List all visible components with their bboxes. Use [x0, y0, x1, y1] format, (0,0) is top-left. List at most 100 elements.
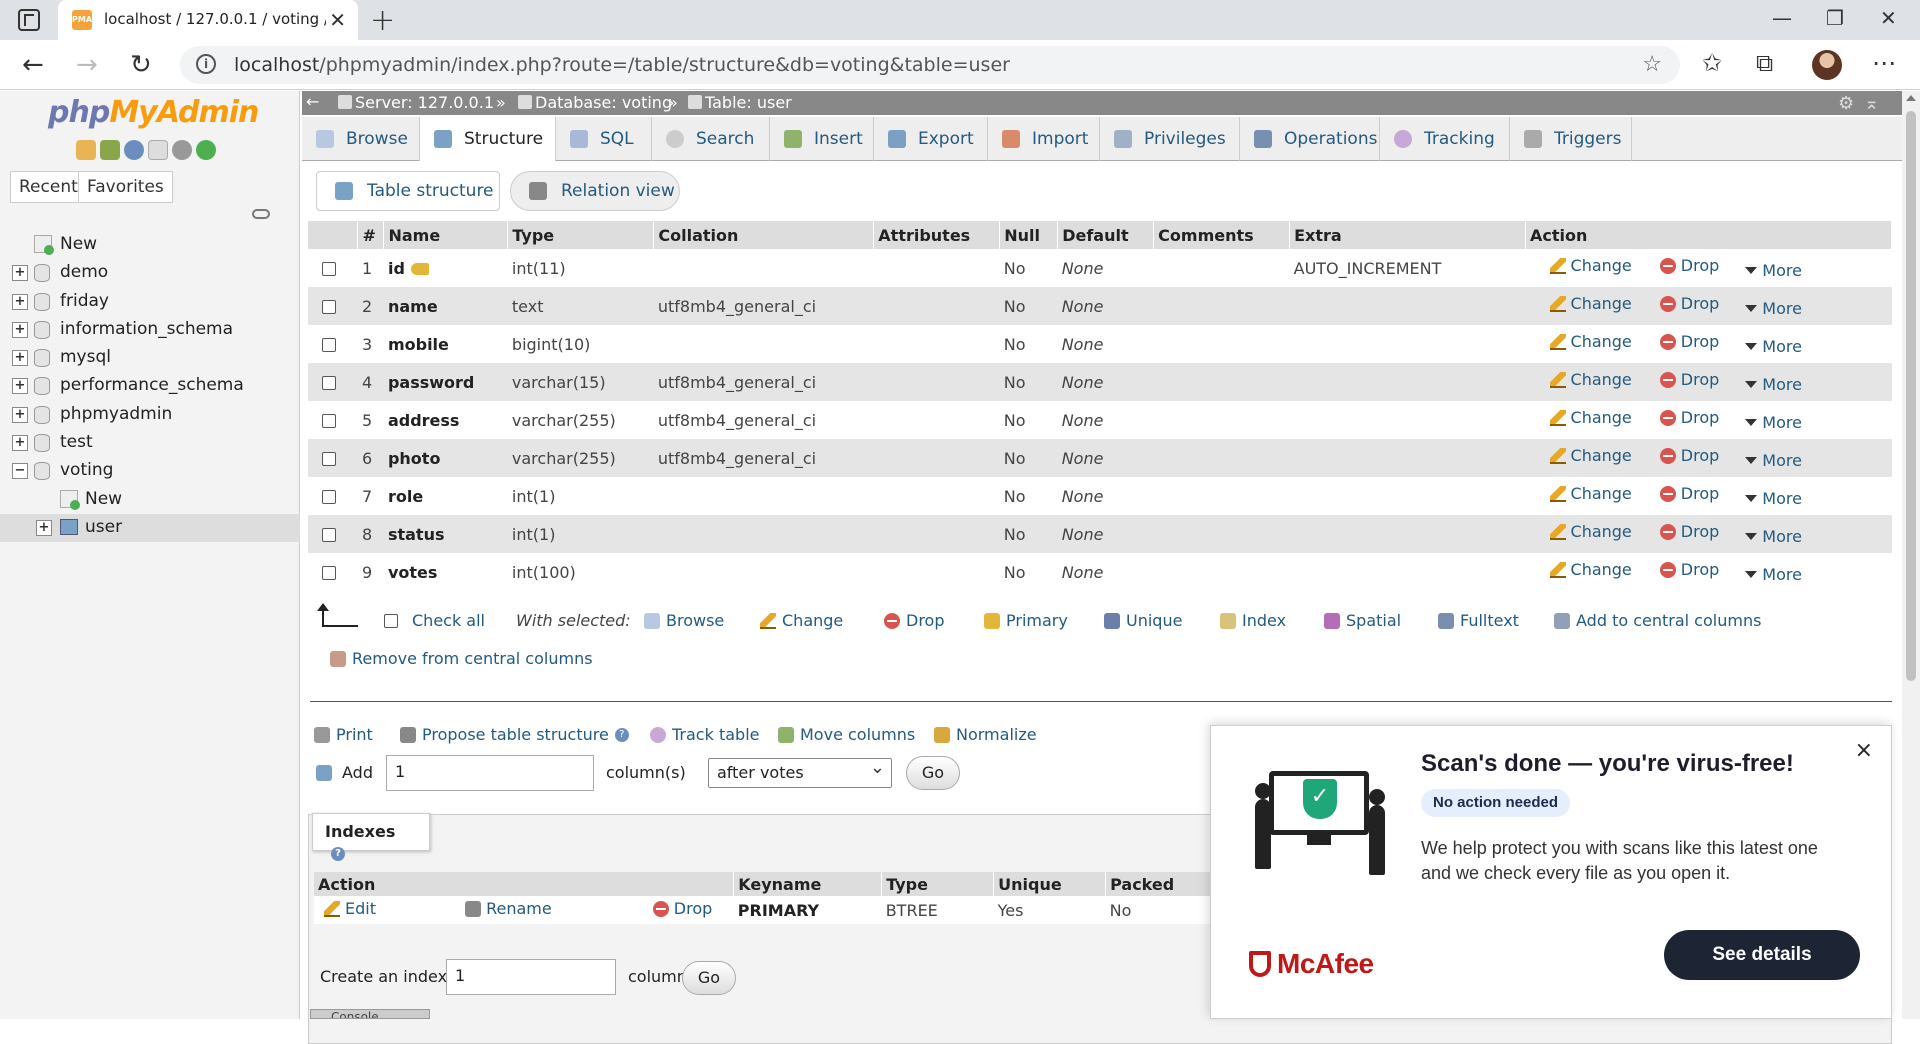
ws-change-button[interactable]: Change [760, 611, 843, 630]
more-button[interactable]: More [1745, 375, 1802, 394]
phpmyadmin-logo[interactable]: phpMyAdmin [48, 95, 259, 130]
logout-icon[interactable] [100, 140, 120, 160]
tree-item-phpmyadmin[interactable]: + phpmyadmin [0, 401, 300, 429]
maximize-icon[interactable]: ❐ [1826, 6, 1844, 30]
tab-insert[interactable]: Insert [770, 117, 874, 161]
tab-browse[interactable]: Browse [302, 117, 420, 161]
add-columns-go-button[interactable]: Go [906, 756, 960, 790]
change-button[interactable]: Change [1549, 294, 1632, 313]
browser-tab[interactable]: PMA localhost / 127.0.0.1 / voting / use… [58, 0, 358, 40]
help-icon[interactable] [124, 140, 144, 160]
idx-edit-button[interactable]: Edit [324, 899, 376, 918]
drop-button[interactable]: Drop [1659, 560, 1719, 579]
favorites-icon[interactable]: ✩ [1702, 49, 1722, 77]
drop-button[interactable]: Drop [1659, 294, 1719, 313]
more-button[interactable]: More [1745, 489, 1802, 508]
scroll-up-icon[interactable] [1906, 95, 1916, 101]
header-extra[interactable]: Extra [1289, 221, 1527, 249]
idx-rename-button[interactable]: Rename [465, 899, 552, 918]
drop-button[interactable]: Drop [1659, 256, 1719, 275]
avatar[interactable] [1812, 50, 1842, 80]
expand-icon[interactable]: + [12, 378, 28, 395]
tree-item-voting[interactable]: − voting [0, 457, 300, 485]
cell-name[interactable]: id [383, 249, 508, 287]
more-button[interactable]: More [1745, 299, 1802, 318]
tree-item-user[interactable]: + user [0, 513, 300, 543]
recent-button[interactable]: Recent [10, 171, 87, 203]
idx-drop-button[interactable]: Drop [652, 899, 712, 918]
header-num[interactable]: # [357, 221, 385, 249]
page-scrollbar[interactable] [1902, 91, 1920, 1019]
expand-icon[interactable]: + [36, 519, 52, 536]
row-checkbox[interactable] [322, 300, 336, 314]
tree-item-mysql[interactable]: + mysql [0, 344, 300, 372]
tab-import[interactable]: Import [988, 117, 1100, 161]
normalize-button[interactable]: Normalize [934, 725, 1037, 744]
header-null[interactable]: Null [999, 221, 1059, 249]
more-button[interactable]: More [1745, 413, 1802, 432]
change-button[interactable]: Change [1549, 484, 1632, 503]
tab-sql[interactable]: SQL [556, 117, 652, 161]
forward-icon[interactable]: → [76, 50, 98, 80]
tab-export[interactable]: Export [874, 117, 988, 161]
tab-operations[interactable]: Operations [1240, 117, 1380, 161]
cell-name[interactable]: role [383, 477, 508, 515]
change-button[interactable]: Change [1549, 446, 1632, 465]
console-tab[interactable]: Console [310, 1009, 430, 1019]
cell-name[interactable]: password [383, 363, 508, 401]
collapse-top-icon[interactable]: ⌅ [1864, 93, 1879, 114]
column-position-select[interactable]: after votes [708, 757, 892, 788]
tree-item-test[interactable]: + test [0, 429, 300, 457]
add-columns-count-input[interactable]: 1 [386, 755, 594, 791]
row-checkbox[interactable] [322, 490, 336, 504]
check-all-checkbox[interactable] [384, 613, 398, 628]
ws-spatial-button[interactable]: Spatial [1324, 611, 1401, 630]
subtab-table-structure[interactable]: Table structure [316, 171, 500, 211]
change-button[interactable]: Change [1549, 370, 1632, 389]
more-button[interactable]: More [1745, 527, 1802, 546]
subtab-relation-view[interactable]: Relation view [510, 171, 680, 211]
row-checkbox[interactable] [322, 262, 336, 276]
cell-name[interactable]: status [383, 515, 508, 553]
more-button[interactable]: More [1745, 565, 1802, 584]
cell-name[interactable]: name [383, 287, 508, 325]
tab-structure[interactable]: Structure [420, 117, 556, 162]
refresh-icon[interactable] [196, 140, 216, 160]
ws-remove-central-button[interactable]: Remove from central columns [330, 649, 593, 668]
collections-icon[interactable]: ⧉ [1756, 49, 1773, 77]
header-default[interactable]: Default [1057, 221, 1155, 249]
url-field[interactable]: i localhost/phpmyadmin/index.php?route=/… [180, 46, 1680, 84]
tree-item-friday[interactable]: + friday [0, 288, 300, 316]
more-button[interactable]: More [1745, 451, 1802, 470]
row-checkbox[interactable] [322, 338, 336, 352]
move-columns-button[interactable]: Move columns [778, 725, 915, 744]
ws-index-button[interactable]: Index [1220, 611, 1286, 630]
cell-name[interactable]: votes [383, 553, 508, 591]
tree-item-demo[interactable]: + demo [0, 259, 300, 287]
new-tab-icon[interactable]: + [370, 3, 395, 38]
popup-close-icon[interactable]: × [1855, 738, 1873, 763]
header-attributes[interactable]: Attributes [873, 221, 1001, 249]
change-button[interactable]: Change [1549, 522, 1632, 541]
scroll-thumb[interactable] [1906, 111, 1916, 681]
collapse-nav-icon[interactable]: ← [306, 92, 319, 111]
change-button[interactable]: Change [1549, 256, 1632, 275]
home-icon[interactable] [76, 140, 96, 160]
gear-icon[interactable] [172, 140, 192, 160]
header-name[interactable]: Name [383, 221, 509, 249]
drop-button[interactable]: Drop [1659, 484, 1719, 503]
link-with-main-icon[interactable] [252, 209, 270, 219]
drop-button[interactable]: Drop [1659, 522, 1719, 541]
header-comments[interactable]: Comments [1153, 221, 1291, 249]
help-icon[interactable]: ? [331, 847, 345, 861]
tab-search[interactable]: Search [652, 117, 770, 161]
cell-name[interactable]: mobile [383, 325, 508, 363]
ws-fulltext-button[interactable]: Fulltext [1438, 611, 1519, 630]
ws-unique-button[interactable]: Unique [1104, 611, 1182, 630]
url-text[interactable]: localhost/phpmyadmin/index.php?route=/ta… [234, 54, 1010, 76]
create-index-count-input[interactable]: 1 [446, 959, 616, 995]
cell-name[interactable]: address [383, 401, 508, 439]
print-button[interactable]: Print [314, 725, 373, 744]
tab-tracking[interactable]: Tracking [1380, 117, 1510, 161]
tab-actions-icon[interactable] [18, 9, 40, 31]
